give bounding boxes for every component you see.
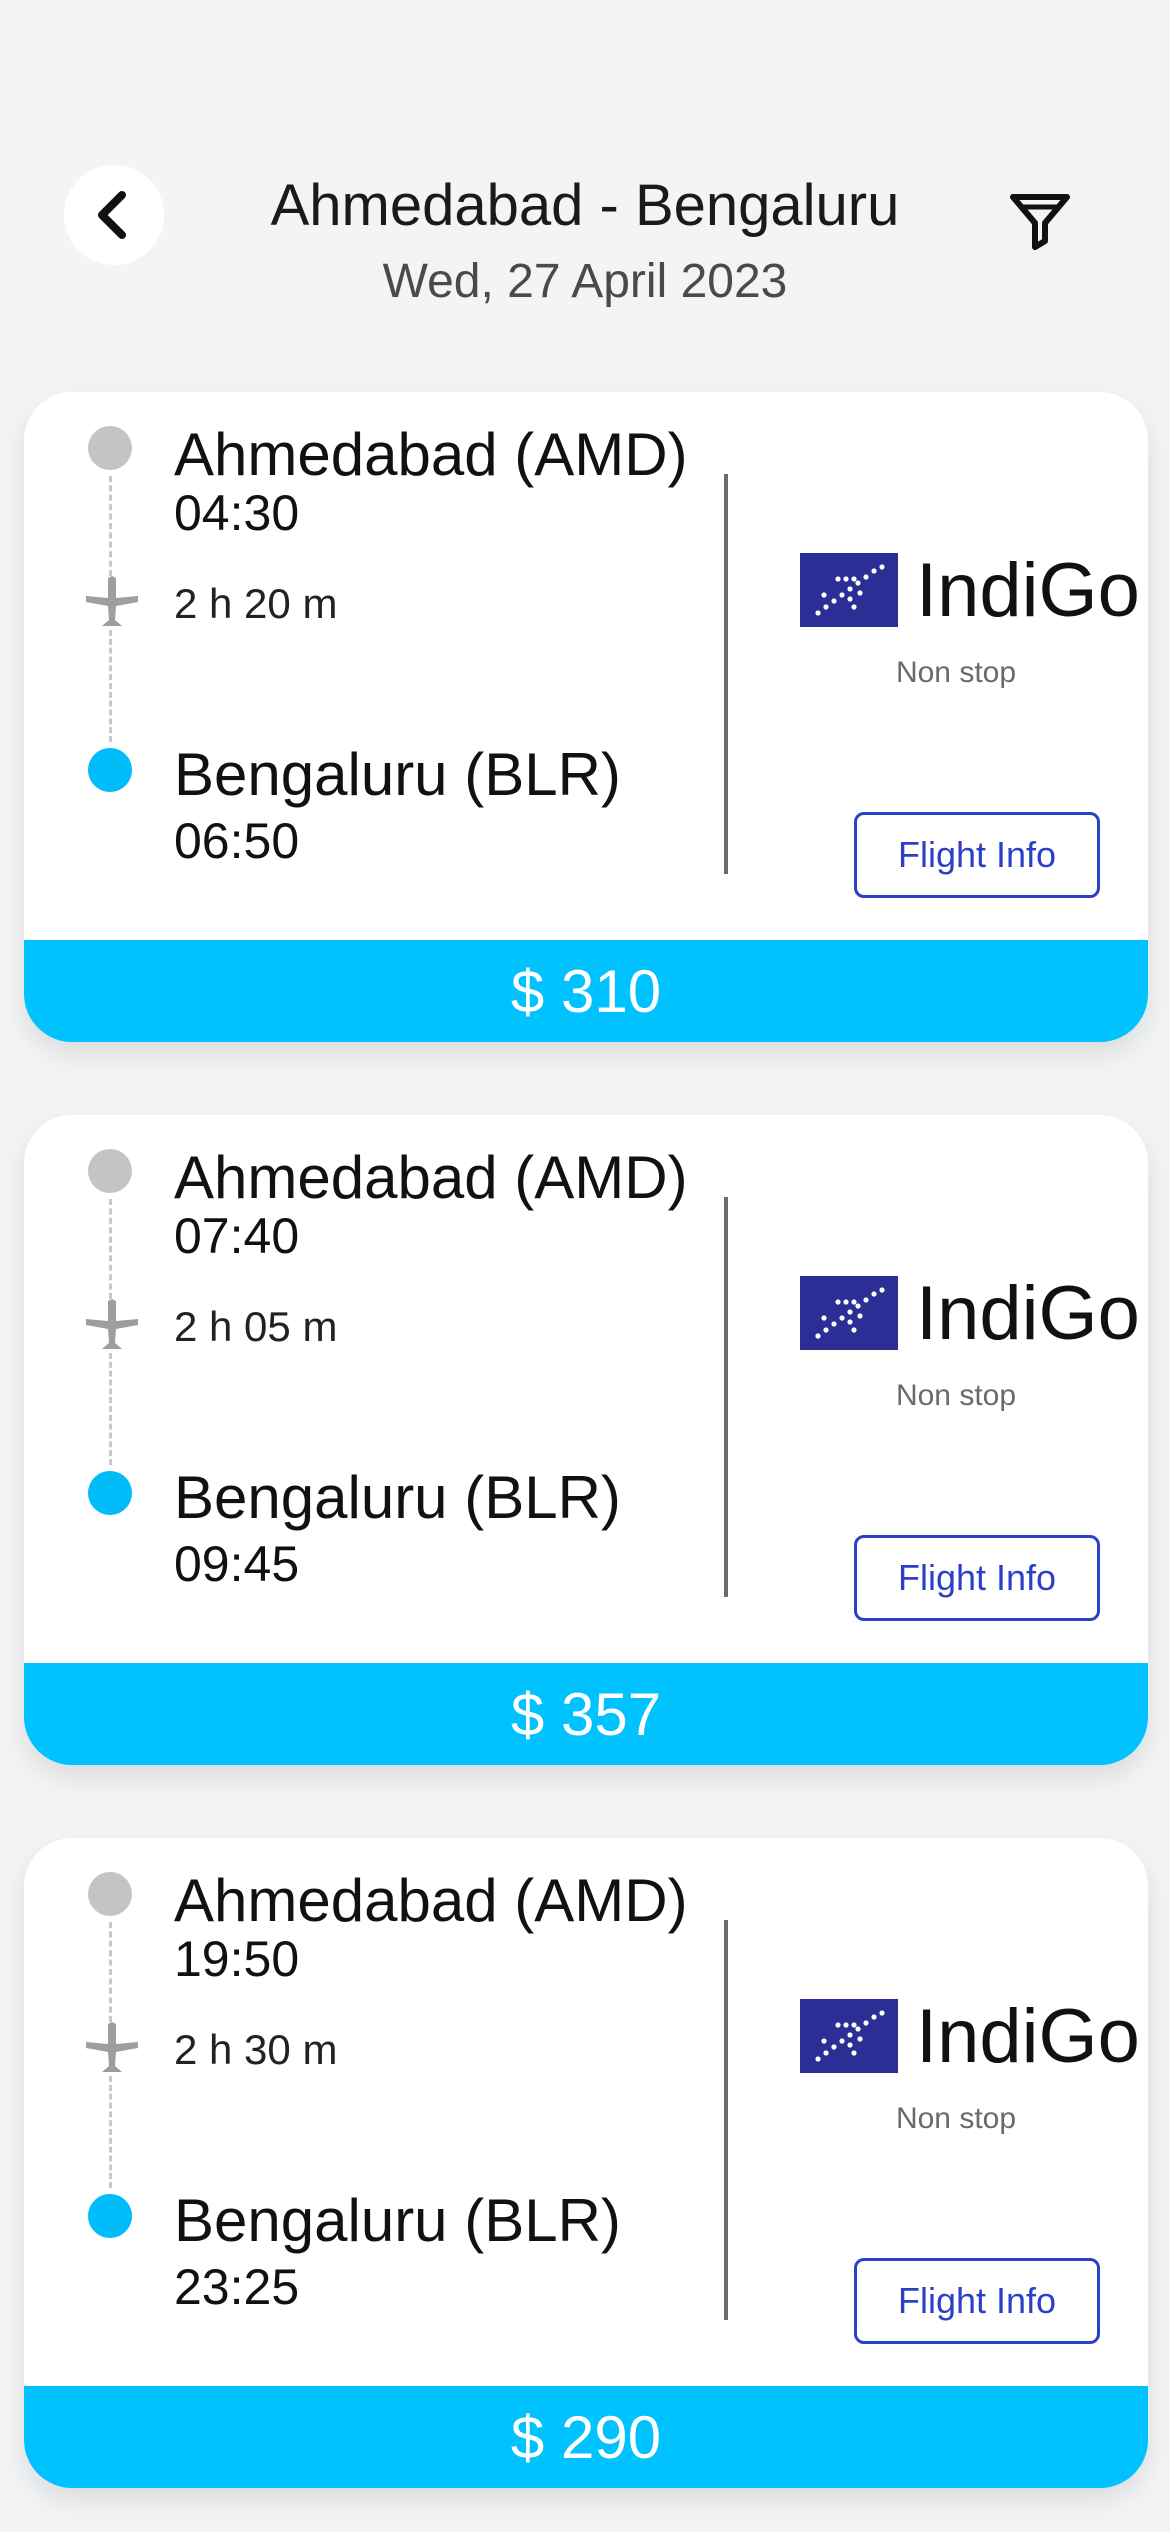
filter-icon — [1010, 194, 1070, 250]
card-divider — [724, 474, 728, 874]
flight-card-body: Ahmedabad (AMD) 19:50 2 h 30 m Bengaluru… — [24, 1838, 1148, 2386]
header: Ahmedabad - Bengaluru Wed, 27 April 2023 — [0, 0, 1170, 360]
flight-card-body: Ahmedabad (AMD) 07:40 2 h 05 m Bengaluru… — [24, 1115, 1148, 1663]
flight-card[interactable]: Ahmedabad (AMD) 07:40 2 h 05 m Bengaluru… — [24, 1115, 1148, 1765]
airline: IndiGo — [800, 548, 1140, 633]
stops-label: Non stop — [895, 1379, 1017, 1412]
plane-icon — [84, 2020, 140, 2076]
origin-city: Ahmedabad (AMD) — [174, 1867, 688, 1934]
page-title: Ahmedabad - Bengaluru — [270, 173, 900, 238]
price-bar[interactable]: $ 357 — [24, 1663, 1148, 1765]
departure-time: 04:30 — [174, 485, 300, 541]
destination-city: Bengaluru (BLR) — [174, 1464, 621, 1531]
destination-dot — [88, 748, 132, 792]
flight-duration: 2 h 05 m — [174, 1303, 338, 1350]
destination-dot — [88, 2194, 132, 2238]
indigo-logo-icon — [800, 1276, 898, 1350]
origin-dot — [88, 1149, 132, 1193]
airline-name: IndiGo — [916, 547, 1140, 633]
destination-city: Bengaluru (BLR) — [174, 741, 621, 808]
card-divider — [724, 1920, 728, 2320]
destination-dot — [88, 1471, 132, 1515]
origin-dot — [88, 1872, 132, 1916]
travel-date: Wed, 27 April 2023 — [382, 255, 788, 308]
destination-city: Bengaluru (BLR) — [174, 2187, 621, 2254]
stops-label: Non stop — [895, 656, 1017, 689]
origin-city: Ahmedabad (AMD) — [174, 421, 688, 488]
airline-name: IndiGo — [916, 1993, 1140, 2079]
airline: IndiGo — [800, 1994, 1140, 2079]
airline-name: IndiGo — [916, 1270, 1140, 1356]
route-line — [109, 1922, 112, 2022]
stops-label: Non stop — [895, 2102, 1017, 2135]
arrival-time: 09:45 — [174, 1536, 300, 1592]
arrival-time: 23:25 — [174, 2259, 300, 2315]
departure-time: 07:40 — [174, 1208, 300, 1264]
flight-duration: 2 h 20 m — [174, 580, 338, 627]
origin-city: Ahmedabad (AMD) — [174, 1144, 688, 1211]
arrival-time: 06:50 — [174, 813, 300, 869]
indigo-logo-icon — [800, 1999, 898, 2073]
flight-card-body: Ahmedabad (AMD) 04:30 2 h 20 m Bengaluru… — [24, 392, 1148, 940]
price-bar[interactable]: $ 310 — [24, 940, 1148, 1042]
flight-results-screen: Ahmedabad - Bengaluru Wed, 27 April 2023… — [0, 0, 1170, 2532]
flight-info-button[interactable]: Flight Info — [854, 1535, 1100, 1621]
route-line — [109, 2076, 112, 2188]
price-bar[interactable]: $ 290 — [24, 2386, 1148, 2488]
flight-duration: 2 h 30 m — [174, 2026, 338, 2073]
flight-info-button[interactable]: Flight Info — [854, 2258, 1100, 2344]
origin-dot — [88, 426, 132, 470]
filter-button[interactable] — [1000, 180, 1080, 260]
airline: IndiGo — [800, 1271, 1140, 1356]
flight-card[interactable]: Ahmedabad (AMD) 19:50 2 h 30 m Bengaluru… — [24, 1838, 1148, 2488]
route-line — [109, 1353, 112, 1465]
route-line — [109, 476, 112, 576]
plane-icon — [84, 574, 140, 630]
flight-info-button[interactable]: Flight Info — [854, 812, 1100, 898]
route-line — [109, 630, 112, 742]
plane-icon — [84, 1297, 140, 1353]
card-divider — [724, 1197, 728, 1597]
indigo-logo-icon — [800, 553, 898, 627]
flight-card[interactable]: Ahmedabad (AMD) 04:30 2 h 20 m Bengaluru… — [24, 392, 1148, 1042]
departure-time: 19:50 — [174, 1931, 300, 1987]
route-line — [109, 1199, 112, 1299]
